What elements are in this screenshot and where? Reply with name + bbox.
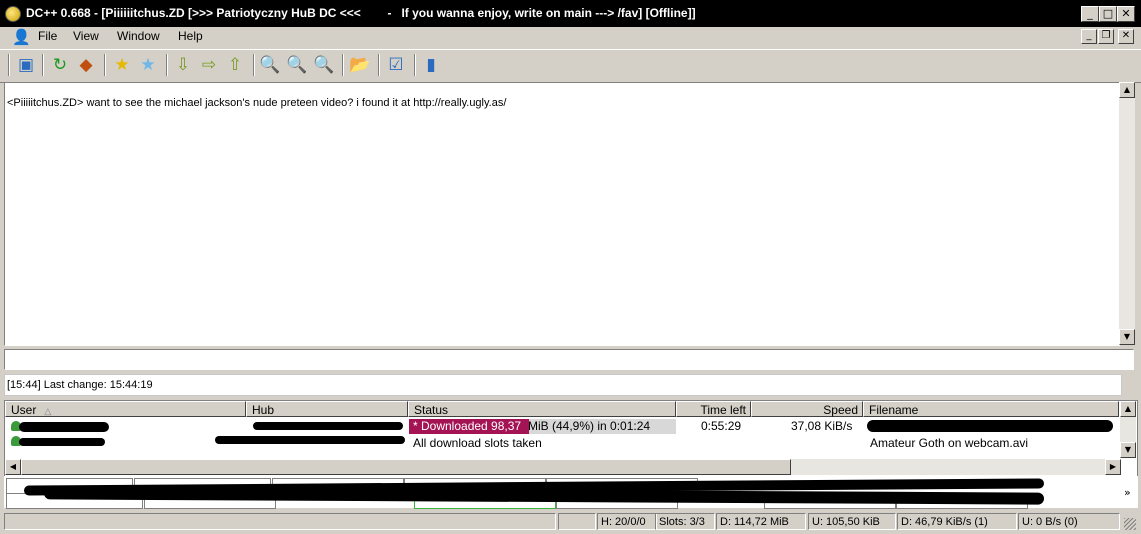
redacted-scribble [19, 438, 105, 446]
status-downloaded: D: 114,72 MiB [716, 513, 806, 530]
reconnect-icon[interactable]: ↻ [49, 54, 71, 76]
tab-more-icon[interactable]: » [1124, 486, 1131, 499]
status-download-speed: D: 46,79 KiB/s (1) [897, 513, 1017, 530]
chat-area[interactable]: <Piiiiitchus.ZD> want to see the michael… [4, 82, 1120, 346]
time-left-value: 0:55:29 [701, 419, 742, 433]
column-filename[interactable]: Filename [863, 401, 1119, 417]
column-user[interactable]: User △ [5, 401, 246, 417]
status-uploaded: U: 105,50 KiB [808, 513, 896, 530]
resize-grip-icon[interactable] [1124, 518, 1136, 530]
minimize-button[interactable]: _ [1081, 6, 1099, 22]
mdi-close-button[interactable]: ✕ [1118, 29, 1134, 44]
column-hub[interactable]: Hub [246, 401, 408, 417]
mdi-minimize-button[interactable]: _ [1081, 29, 1097, 44]
status-downloaded-text: * Downloaded 98,37 [413, 419, 522, 433]
toolbar-separator [42, 54, 44, 76]
redacted-scribble [215, 436, 405, 444]
scroll-left-icon[interactable]: ◀ [5, 459, 21, 475]
window-title: DC++ 0.668 - [Piiiiiitchus.ZD [>>> Patri… [26, 6, 696, 20]
chat-message: <Piiiiitchus.ZD> want to see the michael… [7, 97, 507, 109]
redacted-scribble [867, 420, 1113, 432]
scroll-right-icon[interactable]: ▶ [1105, 459, 1121, 475]
download-queue-icon[interactable]: ⇩ [172, 54, 194, 76]
adl-search-icon[interactable]: 🔍 [286, 54, 308, 76]
menu-window[interactable]: Window [117, 29, 160, 43]
scroll-down-icon[interactable]: ▼ [1119, 329, 1135, 345]
open-file-list-icon[interactable]: 📂 [349, 54, 371, 76]
public-hubs-icon[interactable]: ▣ [15, 54, 37, 76]
finished-uploads-icon[interactable]: ⇧ [224, 54, 246, 76]
finished-downloads-icon[interactable]: ⇨ [198, 54, 220, 76]
menu-file[interactable]: File [38, 29, 57, 43]
toolbar-separator [8, 54, 10, 76]
settings-icon[interactable]: ☑ [385, 54, 407, 76]
transfer-hscrollbar[interactable]: ◀ ▶ [5, 459, 1121, 475]
toolbar-separator [342, 54, 344, 76]
status-bar: H: 20/0/0 Slots: 3/3 D: 114,72 MiB U: 10… [0, 510, 1141, 534]
menu-view[interactable]: View [73, 29, 99, 43]
dcpp-app-icon[interactable] [5, 6, 21, 22]
scroll-thumb[interactable] [21, 459, 791, 475]
status-hubs: H: 20/0/0 [597, 513, 657, 530]
transfer-scrollbar[interactable]: ▲ ▼ [1120, 401, 1136, 458]
toolbar-separator [414, 54, 416, 76]
column-status[interactable]: Status [408, 401, 676, 417]
status-slots-text: All download slots taken [413, 436, 542, 450]
chat-scrollbar[interactable]: ▲ ▼ [1119, 82, 1135, 345]
notepad-icon[interactable]: ▮ [420, 54, 442, 76]
status-line-text: [15:44] Last change: 15:44:19 [7, 379, 153, 391]
search-spy-icon[interactable]: 🔍 [313, 54, 335, 76]
status-pane-main [4, 513, 556, 530]
toolbar-separator [253, 54, 255, 76]
menu-help[interactable]: Help [178, 29, 203, 43]
redacted-scribble [253, 422, 403, 430]
speed-value: 37,08 KiB/s [791, 419, 853, 433]
toolbar-separator [378, 54, 380, 76]
favorite-users-icon[interactable]: ★ [137, 54, 159, 76]
scroll-up-icon[interactable]: ▲ [1120, 401, 1136, 417]
sort-arrow-icon: △ [44, 406, 52, 416]
status-pane-empty [558, 513, 596, 530]
menu-bar: 👤 File View Window Help [0, 27, 1141, 47]
redacted-scribble [19, 422, 109, 432]
search-icon[interactable]: 🔍 [259, 54, 281, 76]
toolbar-separator [166, 54, 168, 76]
follow-redirect-icon[interactable]: ◆ [75, 54, 97, 76]
message-input[interactable] [4, 349, 1134, 370]
status-progress-text: MiB (44,9%) in 0:01:24 [528, 419, 651, 433]
transfer-list[interactable]: User △ Hub Status Time left Speed Filenam… [4, 400, 1138, 477]
scroll-up-icon[interactable]: ▲ [1119, 82, 1135, 98]
column-time-left[interactable]: Time left [676, 401, 751, 417]
toolbar: ▣ ↻ ◆ ★ ★ ⇩ ⇨ ⇧ 🔍 🔍 🔍 📂 ☑ ▮ [0, 49, 1141, 83]
favorite-hubs-icon[interactable]: ★ [111, 54, 133, 76]
column-speed[interactable]: Speed [751, 401, 863, 417]
close-button[interactable]: ✕ [1117, 6, 1135, 22]
scroll-down-icon[interactable]: ▼ [1120, 442, 1136, 458]
status-slots: Slots: 3/3 [655, 513, 715, 530]
toolbar-separator [104, 54, 106, 76]
maximize-button[interactable]: □ [1099, 6, 1117, 22]
mdi-restore-button[interactable]: ❐ [1098, 29, 1114, 44]
hub-status-line: [15:44] Last change: 15:44:19 [4, 374, 1122, 396]
filename-value: Amateur Goth on webcam.avi [870, 436, 1029, 450]
user-icon[interactable]: 👤 [12, 28, 31, 46]
title-bar[interactable]: DC++ 0.668 - [Piiiiiitchus.ZD [>>> Patri… [0, 0, 1141, 27]
hub-tab-bar[interactable]: » [4, 476, 1138, 509]
status-upload-speed: U: 0 B/s (0) [1018, 513, 1120, 530]
